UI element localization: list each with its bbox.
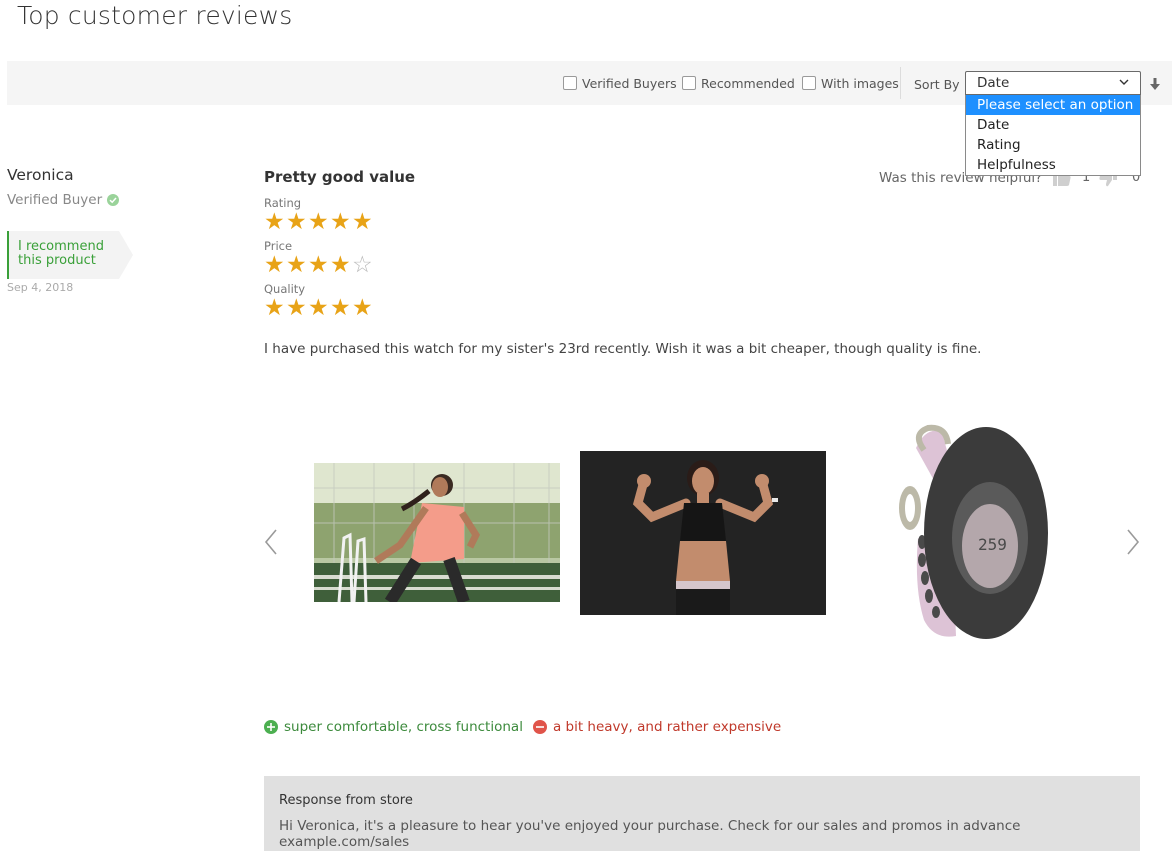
star-filled-icon: ★ [330, 209, 351, 235]
review-date: Sep 4, 2018 [7, 281, 74, 294]
review-title: Pretty good value [264, 168, 416, 186]
pros-cons: super comfortable, cross functional a bi… [264, 719, 781, 735]
price-stars: ★ ★ ★ ★ ☆ [264, 252, 374, 278]
store-response-title: Response from store [279, 793, 413, 808]
star-filled-icon: ★ [308, 252, 329, 278]
star-filled-icon: ★ [286, 209, 307, 235]
filter-label: Recommended [701, 75, 795, 91]
arrow-down-icon[interactable] [1149, 77, 1161, 91]
price-label: Price [264, 239, 293, 253]
verified-label: Verified Buyer [7, 192, 103, 208]
watch-display: 259 [978, 535, 1007, 554]
sort-dropdown-list: Please select an option Date Rating Help… [965, 95, 1141, 176]
sort-option-helpfulness[interactable]: Helpfulness [966, 155, 1140, 175]
recommend-line-1: I recommend [18, 239, 104, 254]
sort-option-placeholder[interactable]: Please select an option [966, 95, 1140, 115]
filter-recommended[interactable]: Recommended [682, 61, 795, 105]
star-filled-icon: ★ [352, 209, 373, 235]
review-photo-watch[interactable]: 259 [858, 388, 1093, 676]
star-filled-icon: ★ [352, 295, 373, 321]
pros-text: super comfortable, cross functional [284, 719, 523, 735]
chevron-right-icon[interactable] [1125, 528, 1141, 556]
star-filled-icon: ★ [264, 209, 285, 235]
chevron-down-icon [1119, 79, 1129, 85]
checkbox[interactable] [563, 76, 577, 90]
sort-option-rating[interactable]: Rating [966, 135, 1140, 155]
filter-label: Verified Buyers [582, 75, 677, 91]
star-filled-icon: ★ [330, 295, 351, 321]
sort-select[interactable]: Date [965, 71, 1141, 95]
rating-stars: ★ ★ ★ ★ ★ [264, 209, 374, 235]
chevron-left-icon[interactable] [263, 528, 279, 556]
review-photo-runner[interactable] [314, 463, 560, 602]
star-filled-icon: ★ [264, 252, 285, 278]
sort-option-date[interactable]: Date [966, 115, 1140, 135]
sort-select-value: Date [977, 75, 1010, 91]
checkbox[interactable] [802, 76, 816, 90]
star-filled-icon: ★ [308, 295, 329, 321]
star-filled-icon: ★ [308, 209, 329, 235]
recommend-badge: I recommend this product [7, 231, 133, 279]
store-response-message: Hi Veronica, it's a pleasure to hear you… [279, 818, 1021, 850]
rating-label: Rating [264, 196, 302, 210]
plus-circle-icon [264, 720, 278, 734]
verified-buyer-badge: Verified Buyer [7, 192, 120, 208]
star-empty-icon: ☆ [352, 252, 373, 278]
store-response: Response from store Hi Veronica, it's a … [264, 776, 1140, 851]
star-filled-icon: ★ [286, 295, 307, 321]
filter-label: With images [821, 75, 899, 91]
reviewer-name: Veronica [7, 166, 74, 184]
checkbox[interactable] [682, 76, 696, 90]
quality-stars: ★ ★ ★ ★ ★ [264, 295, 374, 321]
star-filled-icon: ★ [330, 252, 351, 278]
review-text: I have purchased this watch for my siste… [264, 341, 982, 357]
recommend-text: I recommend this product [18, 240, 104, 268]
recommend-line-2: this product [18, 253, 96, 268]
page-title: Top customer reviews [17, 1, 293, 30]
quality-label: Quality [264, 282, 306, 296]
toolbar-divider [900, 67, 901, 99]
filter-verified-buyers[interactable]: Verified Buyers [563, 61, 677, 105]
sort-by-label: Sort By [914, 77, 960, 92]
minus-circle-icon [532, 720, 547, 734]
cons-text: a bit heavy, and rather expensive [552, 719, 782, 735]
filter-with-images[interactable]: With images [802, 61, 899, 105]
star-filled-icon: ★ [286, 252, 307, 278]
check-circle-icon [107, 194, 120, 206]
star-filled-icon: ★ [264, 295, 285, 321]
review-photo-flex[interactable] [580, 451, 826, 615]
